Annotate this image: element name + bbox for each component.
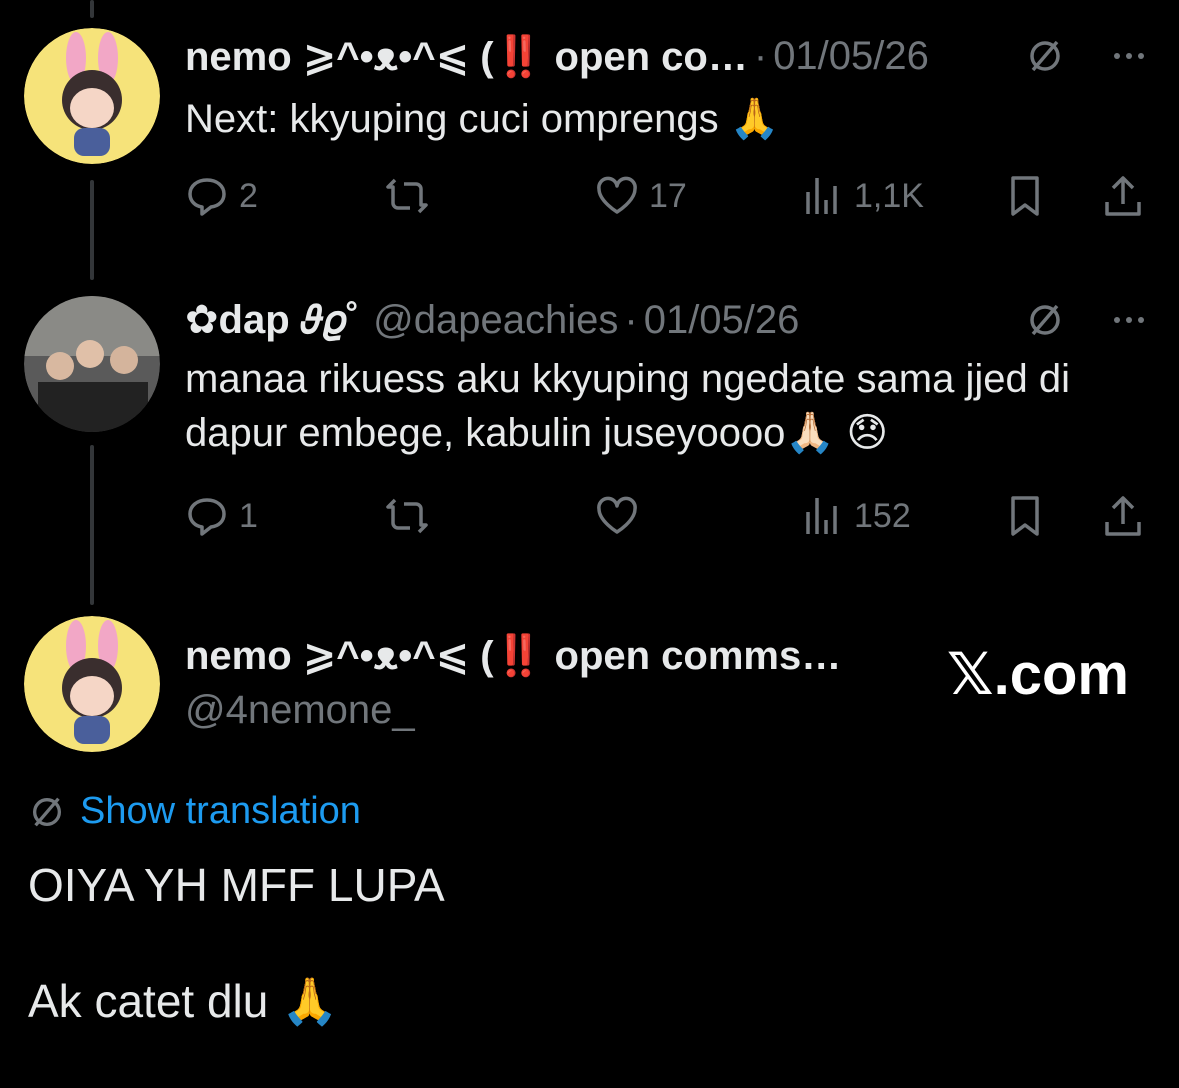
bookmark-icon [1011, 496, 1039, 536]
views-count: 1,1K [854, 176, 924, 215]
views-button[interactable]: 152 [800, 494, 911, 538]
tweet-1-actions: 2 17 1,1K [185, 168, 1149, 224]
tweet-1-separator: · [753, 33, 768, 78]
views-button[interactable]: 1,1K [800, 174, 924, 218]
show-translation-link[interactable]: Show translation [28, 790, 361, 833]
avatar-nemo-main[interactable] [24, 616, 160, 752]
reply-icon [188, 178, 226, 216]
thread-line-2 [90, 445, 94, 605]
tweet-1-display-name[interactable]: nemo ⩾^•ᴥ•^⩽ (‼️ open co… [185, 33, 748, 80]
like-button[interactable] [595, 494, 639, 538]
avatar-nemo-image [24, 28, 160, 164]
share-icon [1105, 176, 1141, 216]
tweet-2-handle[interactable]: @dapeachies [373, 298, 618, 343]
reply-count: 1 [239, 496, 258, 535]
tweet-2-header: ✿dap 𝜗𝜚˚ @dapeachies · 01/05/26 [185, 292, 1149, 348]
share-icon [1105, 496, 1141, 536]
avatar-nemo-main-image [24, 616, 160, 752]
avatar-nemo[interactable] [24, 28, 160, 164]
translate-icon[interactable] [1025, 36, 1065, 76]
main-display-name[interactable]: nemo ⩾^•ᴥ•^⩽ (‼️ open comms… [185, 632, 841, 679]
reply-button[interactable]: 1 [185, 494, 258, 538]
tweet-2-date[interactable]: 01/05/26 [644, 298, 800, 343]
tweet-1[interactable]: nemo ⩾^•ᴥ•^⩽ (‼️ open co… · 01/05/26 Nex… [185, 28, 1149, 216]
tweet-2-text: manaa rikuess aku kkyuping ngedate sama … [185, 357, 1070, 455]
bookmark-button[interactable] [1003, 174, 1047, 218]
tweet-1-header-icons [1025, 28, 1149, 84]
tweet-2-header-icons [1025, 292, 1149, 348]
reply-icon [188, 498, 226, 536]
bookmark-button[interactable] [1003, 494, 1047, 538]
like-count: 17 [649, 176, 687, 215]
share-button[interactable] [1101, 494, 1145, 538]
thread-line-top [90, 0, 94, 18]
retweet-button[interactable] [385, 174, 429, 218]
translate-icon [32, 797, 62, 826]
more-icon[interactable] [1109, 300, 1149, 340]
thread-line-1 [90, 180, 94, 280]
main-handle[interactable]: @4nemone_ [185, 688, 415, 733]
tweet-2-display-name[interactable]: ✿dap 𝜗𝜚˚ [185, 297, 359, 343]
views-icon [806, 178, 837, 214]
x-logo: 𝕏.com [946, 642, 1129, 707]
views-count: 152 [854, 496, 911, 535]
tweet-2-separator: · [624, 297, 638, 342]
tweet-1-header: nemo ⩾^•ᴥ•^⩽ (‼️ open co… · 01/05/26 [185, 28, 1149, 84]
retweet-button[interactable] [385, 494, 429, 538]
avatar-dap-image [24, 296, 160, 432]
tweet-2[interactable]: ✿dap 𝜗𝜚˚ @dapeachies · 01/05/26 manaa ri… [185, 292, 1149, 536]
avatar-dap[interactable] [24, 296, 160, 432]
reply-button[interactable]: 2 [185, 174, 258, 218]
show-translation-label[interactable]: Show translation [80, 790, 361, 833]
retweet-icon [386, 178, 428, 214]
share-button[interactable] [1101, 174, 1145, 218]
like-icon [597, 176, 637, 214]
bookmark-icon [1011, 176, 1039, 216]
retweet-icon [386, 498, 428, 534]
tweet-1-date[interactable]: 01/05/26 [773, 34, 929, 79]
reply-count: 2 [239, 176, 258, 215]
translate-icon[interactable] [1025, 300, 1065, 340]
like-button[interactable]: 17 [595, 174, 687, 218]
main-tweet-text: OIYA YH MFF LUPA Ak catet dlu 🙏 [28, 859, 445, 1027]
like-icon [597, 496, 637, 534]
more-icon[interactable] [1109, 36, 1149, 76]
views-icon [806, 498, 837, 534]
tweet-1-text: Next: kkyuping cuci omprengs 🙏 [185, 97, 780, 141]
tweet-2-actions: 1 152 [185, 488, 1149, 544]
